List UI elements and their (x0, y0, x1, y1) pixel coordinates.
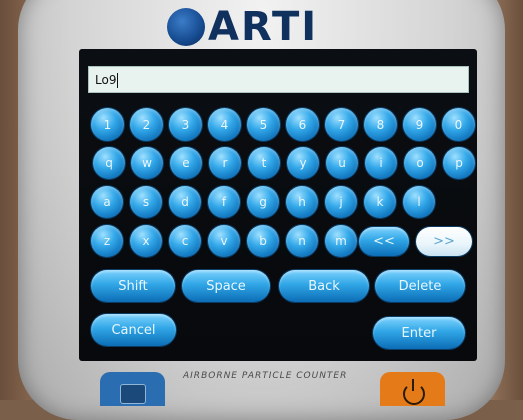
key-k[interactable]: k (364, 186, 396, 218)
key-1[interactable]: 1 (91, 108, 124, 141)
key-r[interactable]: r (209, 147, 241, 179)
key-t[interactable]: t (248, 147, 280, 179)
key-i[interactable]: i (365, 147, 397, 179)
key-w[interactable]: w (131, 147, 163, 179)
key-a[interactable]: a (91, 186, 123, 218)
key-5[interactable]: 5 (247, 108, 280, 141)
key-2[interactable]: 2 (130, 108, 163, 141)
key-x[interactable]: x (130, 225, 162, 257)
key-6[interactable]: 6 (286, 108, 319, 141)
key-p[interactable]: p (443, 147, 475, 179)
key-y[interactable]: y (287, 147, 319, 179)
cancel-button[interactable]: Cancel (91, 314, 176, 346)
key-z[interactable]: z (91, 225, 123, 257)
key-d[interactable]: d (169, 186, 201, 218)
text-input-field[interactable]: Lo9 (88, 66, 469, 93)
key-h[interactable]: h (286, 186, 318, 218)
delete-button[interactable]: Delete (375, 270, 465, 302)
key-v[interactable]: v (208, 225, 240, 257)
key-9[interactable]: 9 (403, 108, 436, 141)
key-o[interactable]: o (404, 147, 436, 179)
key-l[interactable]: l (403, 186, 435, 218)
back-button[interactable]: Back (279, 270, 369, 302)
key-b[interactable]: b (247, 225, 279, 257)
key-f[interactable]: f (208, 186, 240, 218)
key-j[interactable]: j (325, 186, 357, 218)
key-s[interactable]: s (130, 186, 162, 218)
brand-logo-text: ARTI (208, 4, 319, 50)
key-8[interactable]: 8 (364, 108, 397, 141)
brand-logo-icon (167, 8, 205, 46)
key-m[interactable]: m (325, 225, 357, 257)
device-label: AIRBORNE PARTICLE COUNTER (183, 371, 348, 381)
prev-page-button[interactable]: << (359, 227, 409, 256)
space-button[interactable]: Space (182, 270, 270, 302)
text-input-value: Lo9 (95, 73, 117, 87)
key-q[interactable]: q (93, 147, 125, 179)
key-4[interactable]: 4 (208, 108, 241, 141)
key-u[interactable]: u (326, 147, 358, 179)
next-page-button[interactable]: >> (416, 227, 472, 256)
power-icon (403, 379, 425, 405)
key-g[interactable]: g (247, 186, 279, 218)
menu-icon (120, 384, 146, 404)
hardware-power-button[interactable] (380, 372, 445, 406)
key-n[interactable]: n (286, 225, 318, 257)
text-cursor (117, 73, 119, 88)
shift-button[interactable]: Shift (91, 270, 175, 302)
key-e[interactable]: e (170, 147, 202, 179)
key-0[interactable]: 0 (442, 108, 475, 141)
hardware-menu-button[interactable] (100, 372, 165, 406)
key-c[interactable]: c (169, 225, 201, 257)
key-7[interactable]: 7 (325, 108, 358, 141)
enter-button[interactable]: Enter (373, 317, 465, 349)
key-3[interactable]: 3 (169, 108, 202, 141)
